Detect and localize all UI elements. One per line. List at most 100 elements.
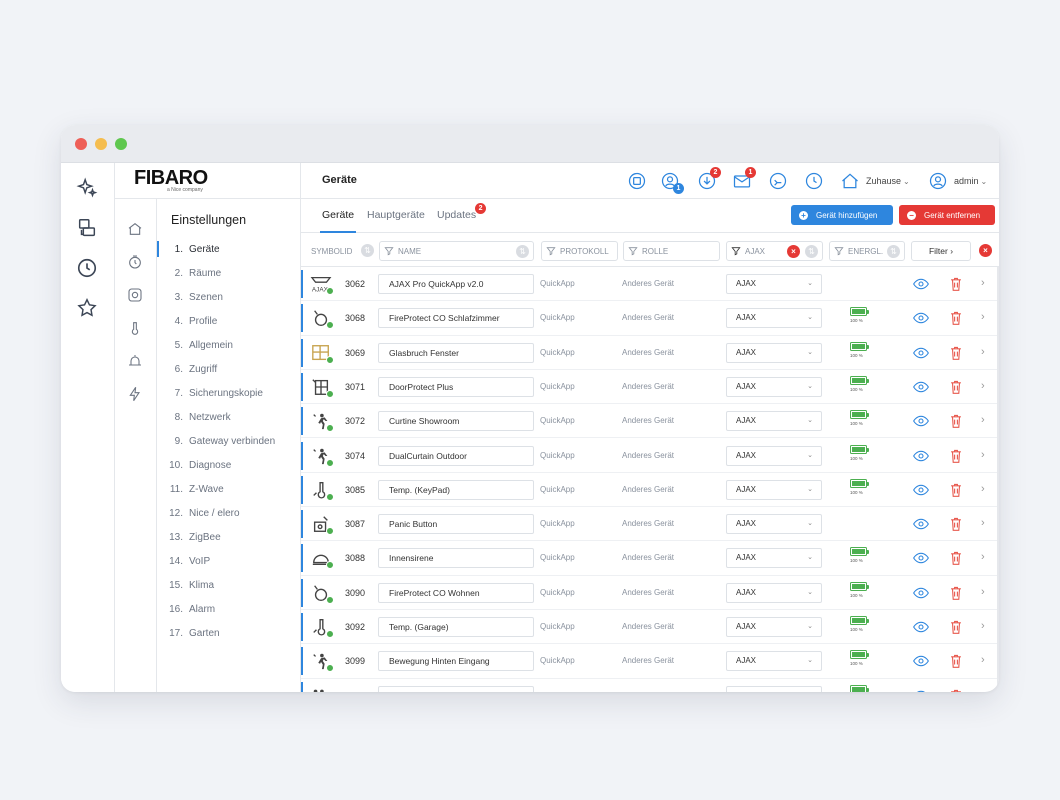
chevron-right-icon[interactable]: › <box>981 517 985 529</box>
device-name-field[interactable] <box>378 685 534 692</box>
users-icon[interactable]: 1 <box>660 171 684 194</box>
settings-item[interactable]: 5. Allgemein <box>157 333 301 357</box>
minimize-window-button[interactable] <box>95 138 107 150</box>
chevron-right-icon[interactable]: › <box>981 586 985 598</box>
chevron-right-icon[interactable]: › <box>981 414 985 426</box>
device-type-select[interactable]: AJAX ⌄ <box>726 479 822 500</box>
delete-icon[interactable] <box>949 345 963 361</box>
settings-item[interactable]: 3. Szenen <box>157 285 301 309</box>
sort-icon[interactable]: ⇅ <box>516 245 529 258</box>
delete-icon[interactable] <box>949 413 963 429</box>
settings-item[interactable]: 15. Klima <box>157 573 301 597</box>
device-type-select[interactable]: AJAX ⌄ <box>726 548 822 569</box>
device-type-select[interactable]: AJAX ⌄ <box>726 342 822 363</box>
table-row[interactable]: 3090 FireProtect CO Wohnen QuickApp Anderes… <box>301 576 999 610</box>
sparkle-icon[interactable] <box>76 177 98 199</box>
chevron-right-icon[interactable]: › <box>981 551 985 563</box>
table-row[interactable]: 3088 Innensirene QuickApp Anderes Gerät AJAX… <box>301 541 999 576</box>
sort-icon[interactable]: ⇅ <box>887 245 900 258</box>
tab-devices[interactable]: Geräte <box>319 209 357 233</box>
delete-icon[interactable] <box>949 688 963 692</box>
clear-ajax-filter-icon[interactable]: × <box>787 245 800 258</box>
settings-item[interactable]: 13. ZigBee <box>157 525 301 549</box>
clock-icon[interactable] <box>804 171 824 191</box>
settings-item[interactable]: 7. Sicherungskopie <box>157 381 301 405</box>
table-row[interactable]: 3069 Glasbruch Fenster QuickApp Anderes Ger… <box>301 336 999 370</box>
device-type-select[interactable]: AJAX ⌄ <box>726 582 822 603</box>
view-icon[interactable] <box>913 449 929 463</box>
thermostat-icon[interactable] <box>127 320 143 336</box>
settings-item[interactable]: 6. Zugriff <box>157 357 301 381</box>
device-type-select[interactable]: AJAX ⌄ <box>726 651 822 672</box>
device-name-field[interactable]: Temp. (KeyPad) <box>378 479 534 500</box>
maximize-window-button[interactable] <box>115 138 127 150</box>
star-icon[interactable] <box>76 297 98 319</box>
device-name-field[interactable]: AJAX Pro QuickApp v2.0 <box>378 274 534 294</box>
clock-icon[interactable] <box>76 257 98 279</box>
delete-icon[interactable] <box>949 653 963 669</box>
device-type-select[interactable]: AJAX ⌄ <box>726 514 822 535</box>
table-row[interactable]: 3092 Temp. (Garage) QuickApp Anderes Gerät A… <box>301 610 999 645</box>
chevron-right-icon[interactable]: › <box>981 311 985 323</box>
chevron-right-icon[interactable]: › <box>981 654 985 666</box>
filter-button[interactable]: Filter › <box>911 241 971 261</box>
device-name-field[interactable]: Temp. (Garage) <box>378 617 534 637</box>
view-icon[interactable] <box>913 586 929 600</box>
scenes-icon[interactable] <box>627 171 647 191</box>
name-filter[interactable]: NAME ⇅ <box>379 241 534 261</box>
chevron-right-icon[interactable]: › <box>981 483 985 495</box>
home-icon[interactable] <box>127 221 143 237</box>
settings-item[interactable]: 16. Alarm <box>157 597 301 621</box>
delete-icon[interactable] <box>949 619 963 635</box>
close-window-button[interactable] <box>75 138 87 150</box>
device-type-select[interactable]: AJAX ⌄ <box>726 685 822 692</box>
device-name-field[interactable]: Innensirene <box>378 548 534 569</box>
view-icon[interactable] <box>913 551 929 565</box>
device-name-field[interactable]: FireProtect CO Wohnen <box>378 582 534 603</box>
ajax-filter[interactable]: AJAX × ⇅ <box>726 241 823 261</box>
device-name-field[interactable]: Panic Button <box>378 514 534 535</box>
view-icon[interactable] <box>913 414 929 428</box>
chevron-right-icon[interactable]: › <box>981 277 985 289</box>
table-row[interactable]: 3071 DoorProtect Plus QuickApp Anderes Gerä… <box>301 370 999 405</box>
table-row[interactable]: 3099 Bewegung Hinten Eingang QuickApp Ander… <box>301 644 999 679</box>
tab-main-devices[interactable]: Hauptgeräte <box>367 209 425 221</box>
scrollbar[interactable] <box>997 267 999 692</box>
settings-item[interactable]: 9. Gateway verbinden <box>157 429 301 453</box>
device-type-select[interactable]: AJAX ⌄ <box>726 308 822 329</box>
device-name-field[interactable]: DoorProtect Plus <box>378 376 534 397</box>
delete-icon[interactable] <box>949 482 963 498</box>
settings-item[interactable]: 1. Geräte <box>157 237 301 261</box>
delete-icon[interactable] <box>949 448 963 464</box>
add-device-button[interactable]: + Gerät hinzufügen <box>791 205 893 225</box>
delete-icon[interactable] <box>949 550 963 566</box>
settings-item[interactable]: 14. VoIP <box>157 549 301 573</box>
energy-icon[interactable] <box>127 386 143 402</box>
alarm-icon[interactable] <box>127 353 143 369</box>
view-icon[interactable] <box>913 654 929 668</box>
delete-icon[interactable] <box>949 585 963 601</box>
view-icon[interactable] <box>913 517 929 531</box>
device-type-select[interactable]: AJAX ⌄ <box>726 617 822 637</box>
table-row[interactable]: 3068 FireProtect CO Schlafzimmer QuickApp A… <box>301 301 999 336</box>
chevron-right-icon[interactable]: › <box>981 380 985 392</box>
remove-device-button[interactable]: − Gerät entfernen <box>899 205 995 225</box>
energy-filter[interactable]: ENERGL. ⇅ <box>829 241 905 261</box>
view-icon[interactable] <box>913 380 929 394</box>
tab-updates[interactable]: Updates 2 <box>437 203 487 221</box>
view-icon[interactable] <box>913 620 929 634</box>
sort-icon[interactable]: ⇅ <box>805 245 818 258</box>
view-icon[interactable] <box>913 311 929 325</box>
table-row[interactable]: 3085 Temp. (KeyPad) QuickApp Anderes Gerät A… <box>301 473 999 508</box>
table-row[interactable]: AJAX 3062 AJAX Pro QuickApp v2.0 QuickApp An… <box>301 267 999 302</box>
view-icon[interactable] <box>913 277 929 291</box>
devices-icon[interactable] <box>76 217 98 239</box>
device-type-select[interactable]: AJAX ⌄ <box>726 445 822 466</box>
device-type-select[interactable]: AJAX ⌄ <box>726 411 822 432</box>
history-icon[interactable] <box>768 171 788 191</box>
delete-icon[interactable] <box>949 276 963 292</box>
device-name-field[interactable]: Glasbruch Fenster <box>378 342 534 363</box>
settings-item[interactable]: 17. Garten <box>157 621 301 645</box>
device-name-field[interactable]: FireProtect CO Schlafzimmer <box>378 308 534 329</box>
table-row[interactable]: 3074 DualCurtain Outdoor QuickApp Anderes G… <box>301 439 999 473</box>
